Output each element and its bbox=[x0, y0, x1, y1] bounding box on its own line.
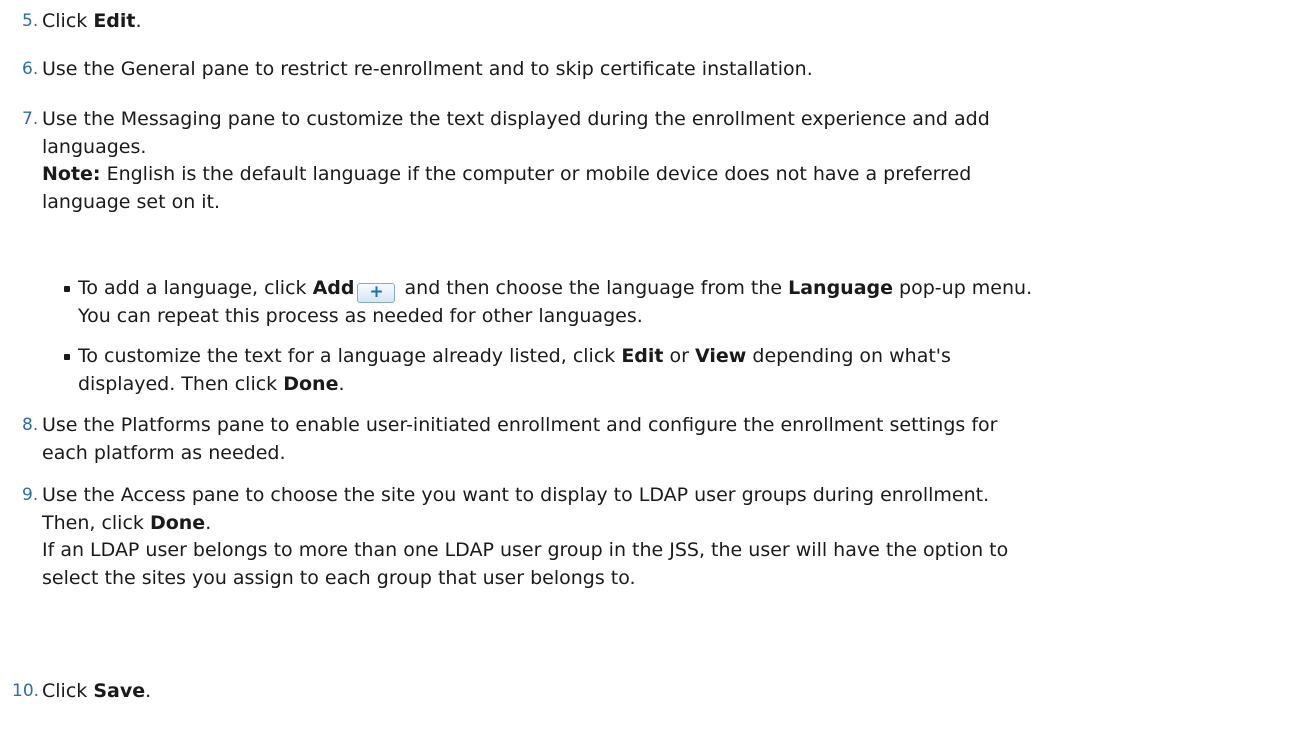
ui-term-add: Add bbox=[312, 277, 355, 299]
bullet-text: or bbox=[663, 345, 696, 367]
bullet-text: and then choose the language from the bbox=[398, 277, 789, 299]
bullet-icon bbox=[64, 286, 70, 292]
step-text-cont: each platform as needed. bbox=[42, 441, 286, 464]
step-text: Use the Access pane to choose the site y… bbox=[42, 484, 990, 506]
step-10: 10. Click Save. bbox=[0, 678, 1240, 706]
step-text: Use the General pane to restrict re-enro… bbox=[42, 58, 813, 80]
punctuation: . bbox=[205, 511, 212, 534]
punctuation: . bbox=[145, 680, 152, 702]
punctuation: . bbox=[135, 10, 142, 32]
bullet-text: displayed. Then click bbox=[78, 372, 284, 395]
step-7: 7. Use the Messaging pane to customize t… bbox=[0, 106, 1240, 216]
step-number: 7. bbox=[22, 109, 39, 129]
step-text-cont: select the sites you assign to each grou… bbox=[42, 566, 636, 589]
step-number: 8. bbox=[22, 415, 39, 435]
bullet-add-language: To add a language, click Add + and then c… bbox=[48, 275, 1248, 331]
ui-term-save: Save bbox=[93, 680, 146, 702]
bullet-text: pop-up menu. bbox=[893, 277, 1033, 299]
bullet-text-cont: You can repeat this process as needed fo… bbox=[78, 305, 643, 327]
step-text: Click bbox=[42, 10, 94, 32]
step-6: 6. Use the General pane to restrict re-e… bbox=[0, 56, 1240, 84]
ui-term-edit: Edit bbox=[621, 345, 664, 367]
step-text: Use the Platforms pane to enable user-in… bbox=[42, 414, 998, 436]
bullet-text: To customize the text for a language alr… bbox=[78, 345, 622, 367]
note-text-cont: language set on it. bbox=[42, 190, 221, 213]
step-8: 8. Use the Platforms pane to enable user… bbox=[0, 412, 1240, 467]
step-text-cont: languages. bbox=[42, 135, 147, 158]
step-5: 5. Click Edit. bbox=[0, 8, 1240, 36]
step-number: 10. bbox=[12, 681, 40, 701]
note-label: Note: bbox=[42, 163, 101, 185]
step-9: 9. Use the Access pane to choose the sit… bbox=[0, 482, 1240, 592]
ui-term-done: Done bbox=[283, 372, 339, 395]
document-page: 5. Click Edit. 6. Use the General pane t… bbox=[0, 0, 1304, 731]
step-number: 5. bbox=[22, 11, 39, 31]
step-number: 6. bbox=[22, 59, 39, 79]
bullet-text: depending on what's bbox=[746, 345, 951, 367]
step-text: Click bbox=[42, 680, 94, 702]
bullet-text: To add a language, click bbox=[78, 277, 313, 299]
step-text: Use the Messaging pane to customize the … bbox=[42, 108, 990, 130]
ui-term-view: View bbox=[695, 345, 747, 367]
step-number: 9. bbox=[22, 485, 39, 505]
ui-term-done: Done bbox=[149, 511, 206, 534]
step-text: If an LDAP user belongs to more than one… bbox=[42, 539, 1009, 561]
ui-term-edit: Edit bbox=[93, 10, 136, 32]
punctuation: . bbox=[338, 372, 345, 395]
bullet-icon bbox=[64, 354, 70, 360]
bullet-customize-text: To customize the text for a language alr… bbox=[48, 343, 1248, 398]
ui-term-language: Language bbox=[788, 277, 894, 299]
add-plus-icon: + bbox=[357, 283, 396, 303]
note-text: English is the default language if the c… bbox=[100, 163, 972, 185]
step-text: Then, click bbox=[42, 511, 150, 534]
